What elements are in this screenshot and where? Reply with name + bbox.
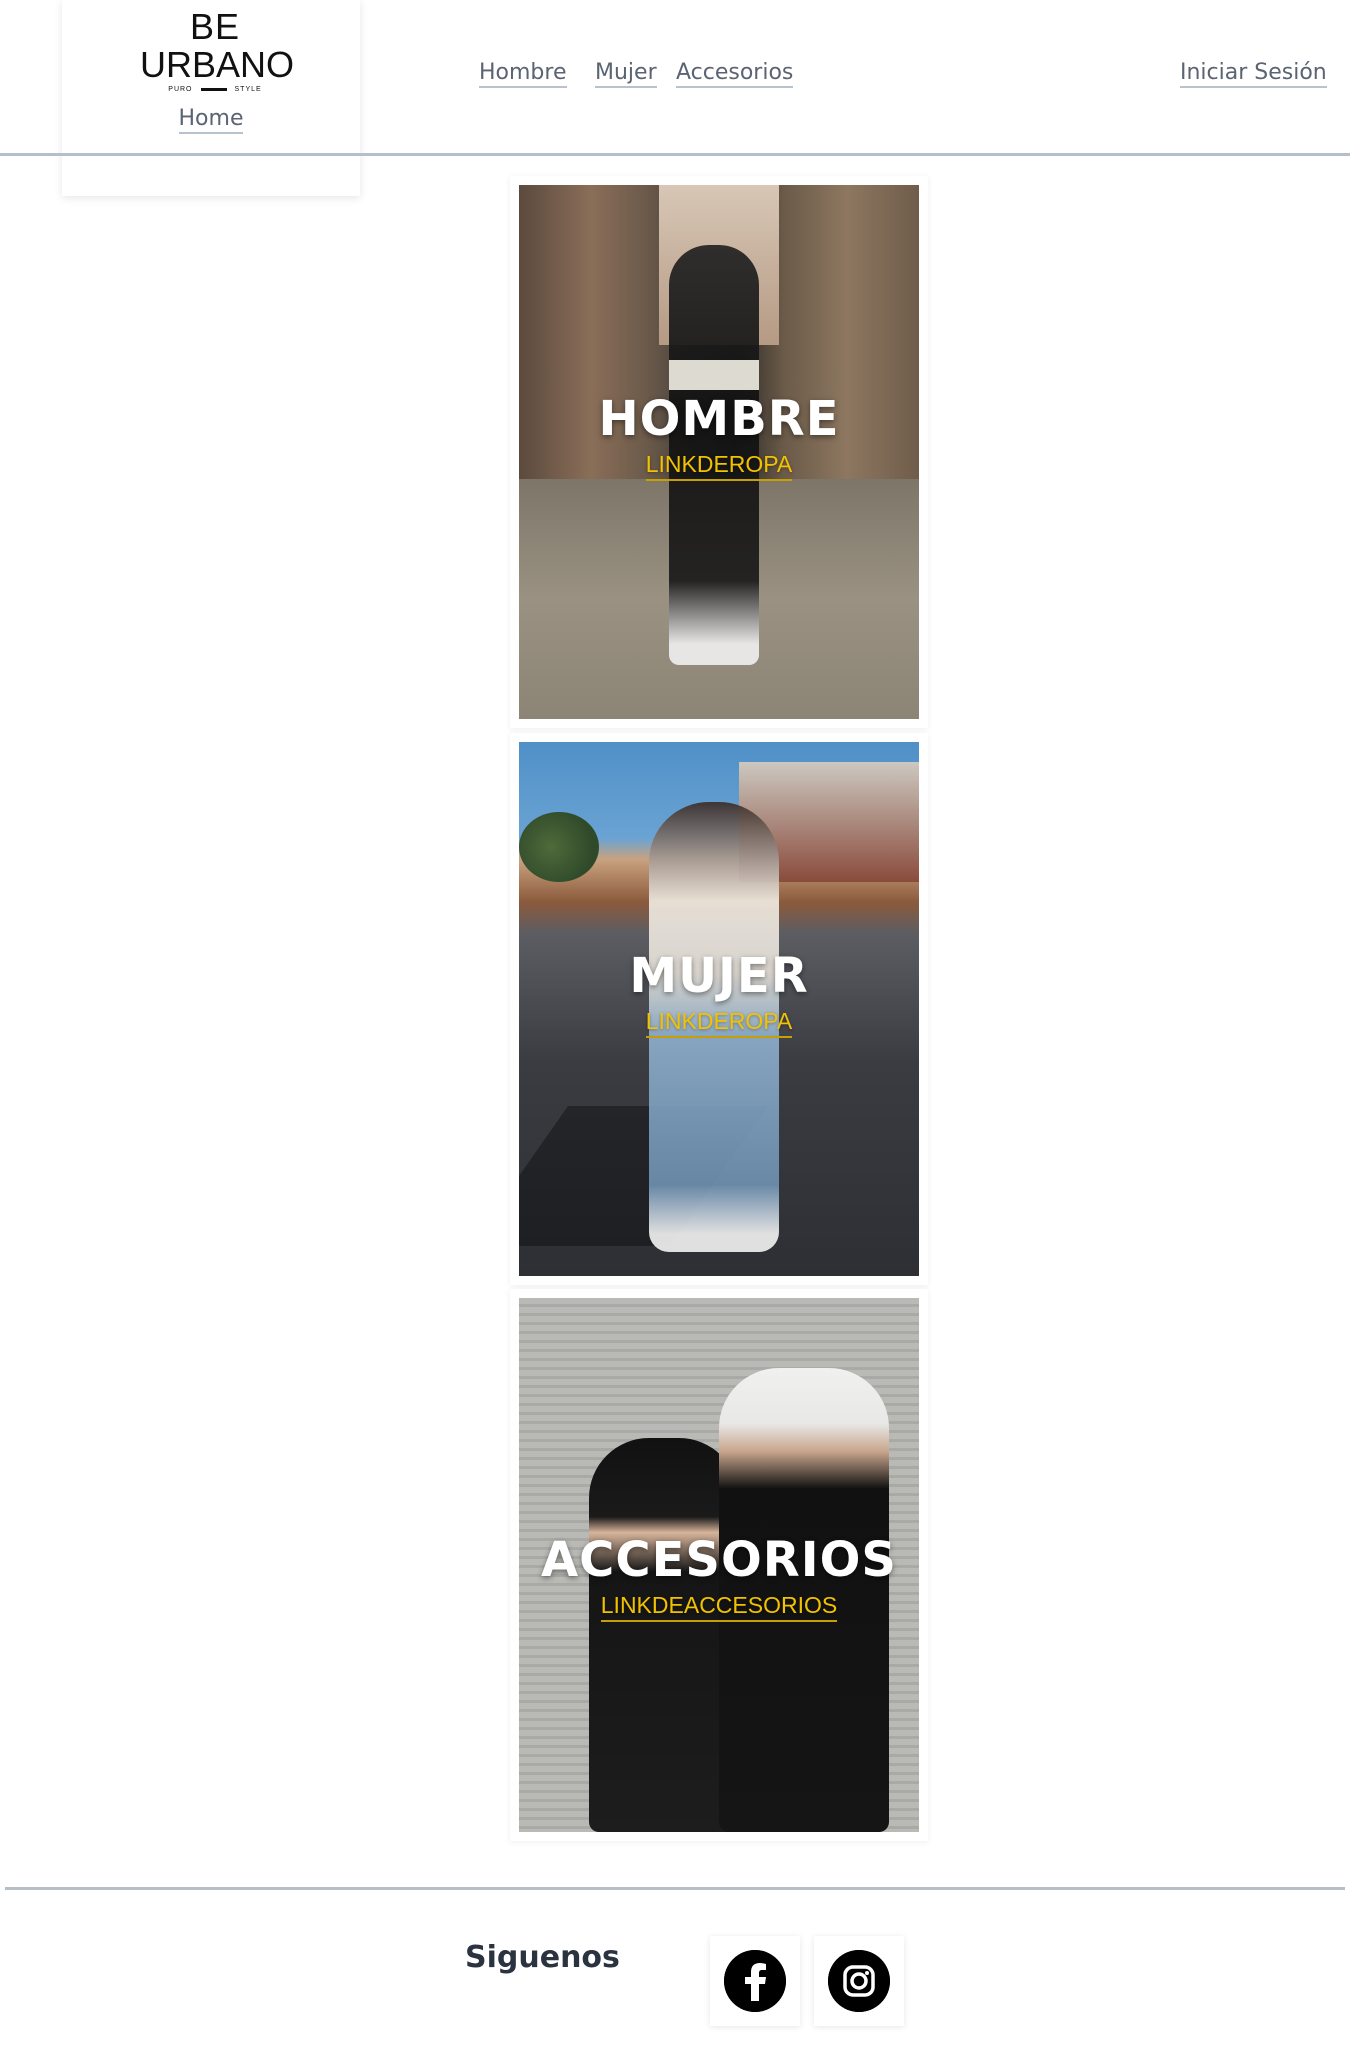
home-link[interactable]: Home bbox=[62, 106, 360, 134]
category-link[interactable]: LINKDEACCESORIOS bbox=[600, 1592, 838, 1622]
brand-line-1: BE bbox=[189, 6, 241, 47]
mujer-photo: MUJER LINKDEROPA bbox=[519, 742, 919, 1276]
nav-mujer[interactable]: Mujer bbox=[595, 60, 657, 88]
facebook-icon bbox=[724, 1950, 786, 2012]
accesorios-photo: ACCESORIOS LINKDEACCESORIOS bbox=[519, 1298, 919, 1832]
hombre-photo: HOMBRE LINKDEROPA bbox=[519, 185, 919, 719]
category-card-accesorios[interactable]: ACCESORIOS LINKDEACCESORIOS bbox=[510, 1289, 928, 1841]
category-link[interactable]: LINKDEROPA bbox=[645, 451, 793, 481]
category-card-mujer[interactable]: MUJER LINKDEROPA bbox=[510, 733, 928, 1285]
home-link-label: Home bbox=[178, 106, 244, 134]
nav-hombre[interactable]: Hombre bbox=[479, 60, 567, 88]
nav-accesorios[interactable]: Accesorios bbox=[676, 60, 794, 88]
logo-card: BE URBANO PURO STYLE Home bbox=[62, 0, 360, 196]
accesorios-overlay: ACCESORIOS LINKDEACCESORIOS bbox=[519, 1310, 919, 1832]
category-link[interactable]: LINKDEROPA bbox=[645, 1008, 793, 1038]
login-link[interactable]: Iniciar Sesión bbox=[1180, 60, 1327, 88]
hombre-overlay: HOMBRE LINKDEROPA bbox=[519, 185, 919, 703]
facebook-glyph bbox=[724, 1950, 786, 2012]
instagram-icon bbox=[828, 1950, 890, 2012]
category-title: MUJER bbox=[629, 948, 809, 1004]
header-divider bbox=[0, 153, 1350, 156]
mujer-overlay: MUJER LINKDEROPA bbox=[519, 742, 919, 1260]
category-card-hombre[interactable]: HOMBRE LINKDEROPA bbox=[510, 176, 928, 728]
instagram-button[interactable] bbox=[814, 1936, 904, 2026]
follow-label: Siguenos bbox=[465, 1940, 620, 1975]
category-title: HOMBRE bbox=[598, 391, 840, 447]
page: BE URBANO PURO STYLE Home Hombre Mujer A… bbox=[0, 0, 1350, 2050]
category-title: ACCESORIOS bbox=[541, 1532, 897, 1588]
facebook-button[interactable] bbox=[710, 1936, 800, 2026]
instagram-glyph bbox=[828, 1950, 890, 2012]
footer-divider bbox=[5, 1887, 1345, 1890]
main-nav: Hombre Mujer Accesorios Iniciar Sesión bbox=[0, 60, 1350, 96]
